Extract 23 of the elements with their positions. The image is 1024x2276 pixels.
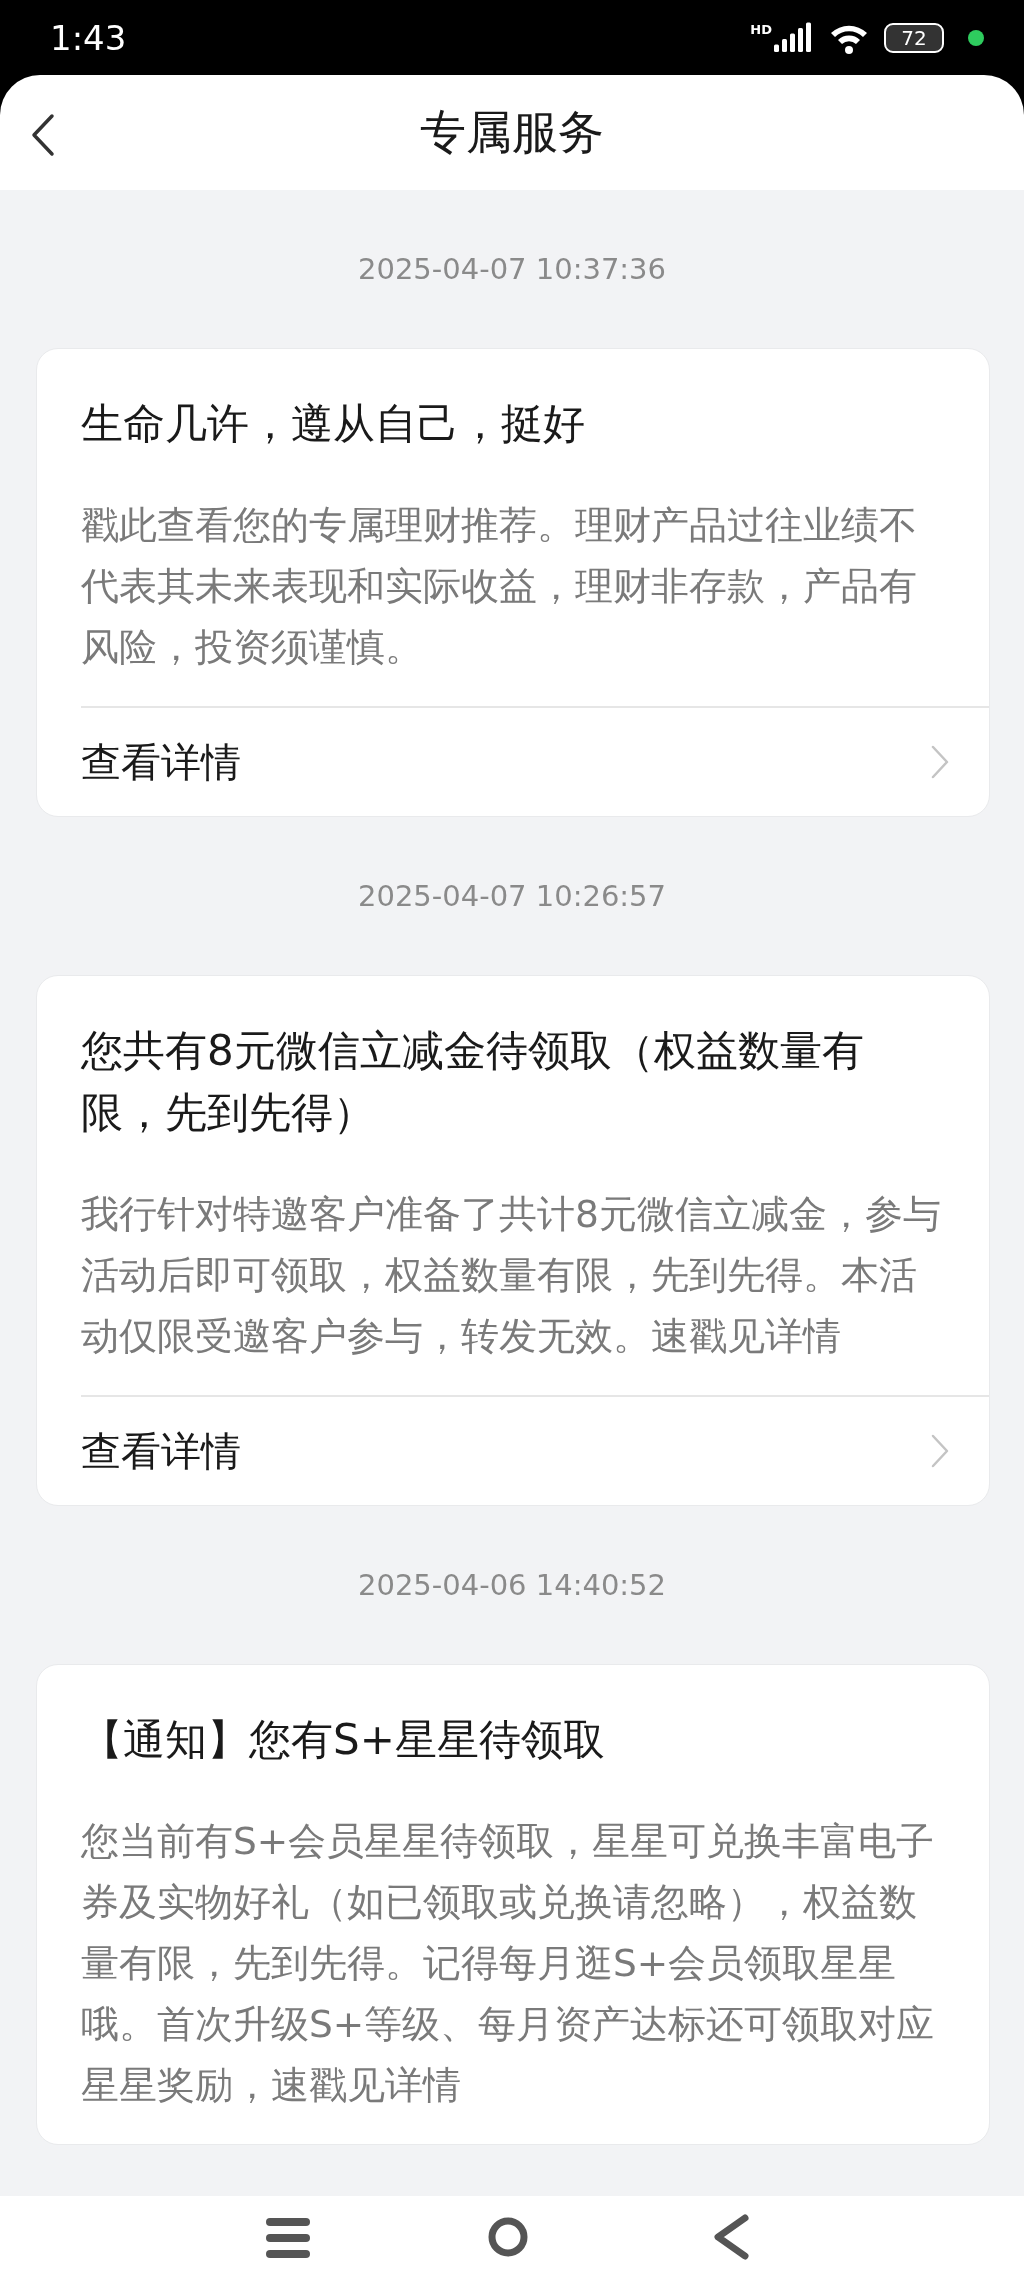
battery-indicator: 72 <box>884 22 944 53</box>
message-timestamp: 2025-04-07 10:37:36 <box>358 252 666 286</box>
message-body: 我行针对特邀客户准备了共计8元微信立减金，参与活动后即可领取，权益数量有限，先到先得。本活动仅限受邀客户参与，转发无效。速戳见详情 <box>80 1191 942 1360</box>
chevron-right-icon <box>931 1434 949 1468</box>
message-timestamp: 2025-04-06 14:40:52 <box>358 1568 666 1602</box>
status-time: 1:43 <box>50 17 128 58</box>
status-dot-icon <box>968 29 984 46</box>
details-link[interactable]: 查看详情 <box>81 1395 989 1505</box>
page-title: 专属服务 <box>420 103 604 161</box>
message-timestamp: 2025-04-07 10:26:57 <box>358 879 666 913</box>
message-body: 您当前有S+会员星星待领取，星星可兑换丰富电子券及实物好礼（如已领取或兑换请忽略），权益数量有限，先到先得。记得每月逛S+会员领取星星哦。首次升级S+等级、每月资产达标还可领取对应星星奖励，速戳见详情 <box>80 1818 936 2109</box>
message-body: 戳此查看您的专属理财推荐。理财产品过往业绩不代表其未来表现和实际收益，理财非存款，产品有风险，投资须谨慎。 <box>80 502 918 671</box>
network-label: HD <box>750 21 772 37</box>
back-nav-icon[interactable] <box>712 2214 750 2260</box>
message-title: 生命几许，遵从自己，挺好 <box>80 398 586 450</box>
menu-icon[interactable] <box>266 2218 310 2258</box>
home-icon[interactable] <box>487 2216 529 2258</box>
message-title: 您共有8元微信立减金待领取（权益数量有限，先到先得） <box>80 1025 865 1139</box>
message-title: 【通知】您有S+星星待领取 <box>80 1714 606 1766</box>
back-icon[interactable] <box>30 113 56 157</box>
details-link[interactable]: 查看详情 <box>81 706 989 816</box>
chevron-right-icon <box>931 745 949 779</box>
signal-icon <box>774 21 814 54</box>
